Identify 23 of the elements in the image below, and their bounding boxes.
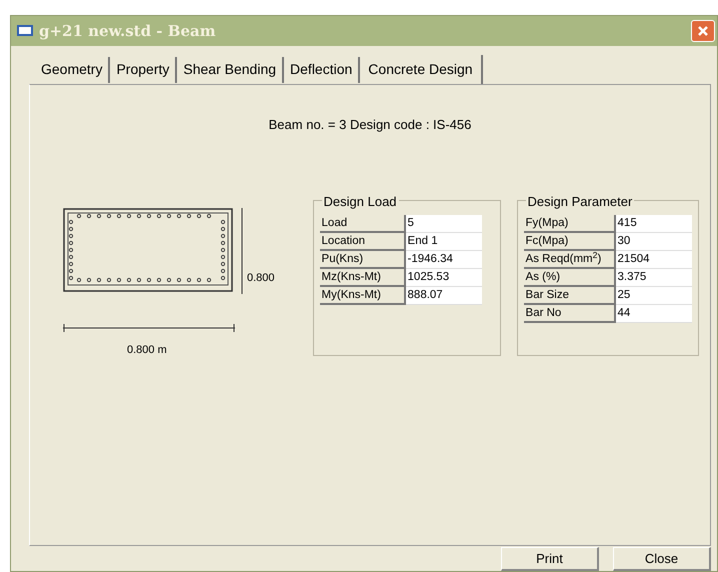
window-icon <box>17 25 33 36</box>
row-value: 1025.53 <box>406 269 482 288</box>
width-label: 0.800 m <box>127 343 168 358</box>
tab[interactable]: Geometry <box>35 56 110 83</box>
row-value: -1946.34 <box>406 251 482 270</box>
close-icon <box>697 24 709 37</box>
height-label: 0.800 <box>247 270 275 286</box>
close-button[interactable] <box>691 20 715 42</box>
dialog-button[interactable]: Print <box>501 546 599 571</box>
dialog-button[interactable]: Close <box>613 546 711 571</box>
tab[interactable]: Property <box>110 56 178 83</box>
row-value: 5 <box>406 215 482 234</box>
row-value: 888.07 <box>406 287 482 306</box>
row-value: 21504 <box>616 251 692 270</box>
row-value: 25 <box>616 287 692 306</box>
row-value: 30 <box>616 233 692 252</box>
window-title: g+21 new.std - Beam <box>39 20 216 42</box>
row-value: 44 <box>616 305 692 324</box>
row-value: End 1 <box>406 233 482 252</box>
row-value: 415 <box>616 215 692 234</box>
tab[interactable]: Shear Bending <box>177 56 284 83</box>
beam-heading: Beam no. = 3 Design code : IS-456 <box>268 116 472 134</box>
row-value: 3.375 <box>616 269 692 288</box>
